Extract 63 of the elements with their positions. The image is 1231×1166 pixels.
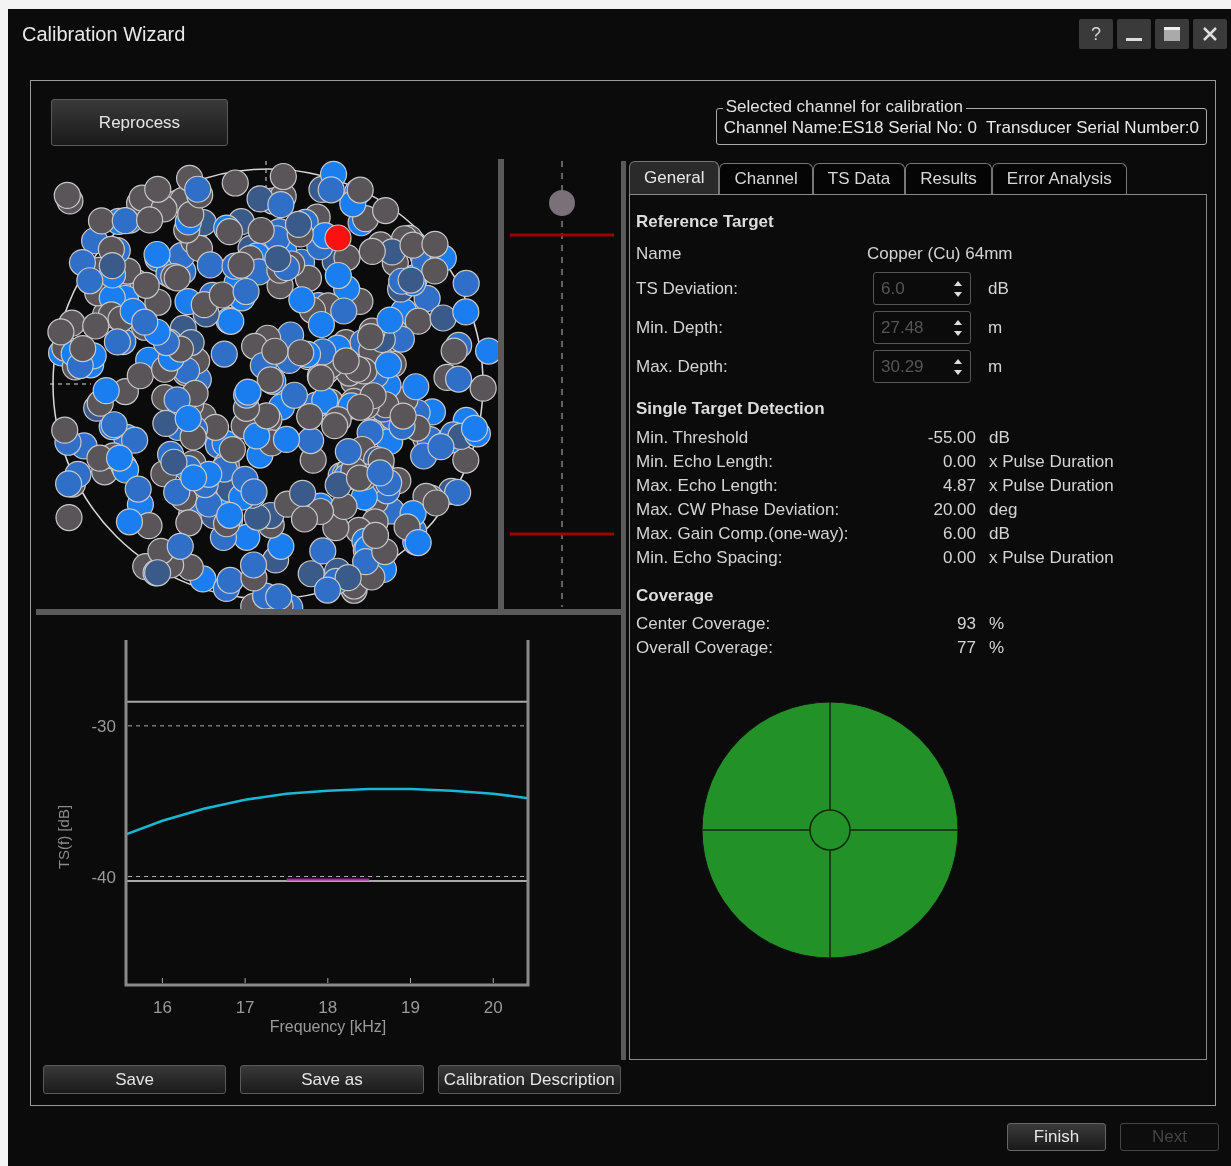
- field-label: Min. Threshold: [636, 427, 750, 450]
- footer-button[interactable]: Finish: [1007, 1123, 1106, 1151]
- field-value: Copper (Cu) 64mm: [867, 243, 1013, 266]
- tab[interactable]: General: [629, 161, 720, 194]
- tab[interactable]: Results: [905, 163, 992, 194]
- tab[interactable]: Channel: [719, 163, 813, 194]
- x-tick-label: 17: [235, 998, 255, 1017]
- channel-info: Channel Name:ES18 Serial No: 0 Transducer Serial Number:0: [723, 116, 1199, 139]
- field-value: 0.00: [941, 547, 976, 570]
- field-label: Overall Coverage:: [636, 637, 774, 660]
- field-value: 6.00: [941, 523, 976, 546]
- action-button[interactable]: Calibration Description: [437, 1065, 621, 1094]
- field-value: 4.87: [941, 475, 976, 498]
- window-title: Calibration Wizard: [22, 22, 186, 47]
- field-label: Name: [636, 243, 683, 266]
- y-axis-label: TS(f) [dB]: [55, 804, 72, 870]
- action-button[interactable]: Save: [43, 1065, 227, 1094]
- help-button[interactable]: ?: [1079, 19, 1113, 49]
- section-heading: Single Target Detection: [636, 398, 826, 420]
- unit-label: %: [989, 637, 1005, 660]
- field-label: Max. Echo Length:: [636, 475, 779, 498]
- x-tick-label: 20: [483, 998, 503, 1017]
- unit-label: dB: [988, 277, 1009, 300]
- field-value: -55.00: [926, 427, 976, 450]
- field-value: 93: [956, 613, 976, 636]
- section-heading: Reference Target: [636, 211, 775, 233]
- unit-label: m: [988, 316, 1003, 339]
- field-label: Max. CW Phase Deviation:: [636, 499, 841, 522]
- field-label: Center Coverage:: [636, 613, 772, 636]
- x-tick-label: 16: [152, 998, 172, 1017]
- tab[interactable]: Error Analysis: [991, 163, 1127, 194]
- field-value: 77: [956, 637, 976, 660]
- unit-label: deg: [989, 499, 1018, 522]
- unit-label: x Pulse Duration: [989, 547, 1114, 570]
- close-icon: [1201, 25, 1219, 43]
- reprocess-button[interactable]: Reprocess: [51, 99, 228, 146]
- tab[interactable]: TS Data: [812, 163, 906, 194]
- unit-label: %: [989, 613, 1005, 636]
- minimize-button[interactable]: [1117, 19, 1151, 49]
- field-label: Min. Echo Spacing:: [636, 547, 784, 570]
- field-value: 20.00: [932, 499, 976, 522]
- y-tick-label: -30: [91, 716, 116, 736]
- field-label: Min. Depth:: [636, 316, 724, 339]
- unit-label: x Pulse Duration: [989, 451, 1114, 474]
- y-tick-label: -40: [91, 867, 116, 887]
- section-heading: Coverage: [636, 584, 715, 607]
- maximize-button[interactable]: [1155, 19, 1189, 49]
- maximize-icon: [1163, 25, 1181, 43]
- x-axis-label: Frequency [kHz]: [269, 1018, 387, 1035]
- x-tick-label: 19: [401, 998, 420, 1017]
- close-button[interactable]: [1193, 19, 1227, 49]
- field-label: Max. Gain Comp.(one-way):: [636, 523, 850, 546]
- unit-label: x Pulse Duration: [989, 475, 1114, 498]
- minimize-icon: [1126, 37, 1142, 41]
- field-label: TS Deviation:: [636, 277, 740, 300]
- unit-label: dB: [989, 523, 1010, 546]
- field-label: Max. Depth:: [636, 355, 729, 378]
- x-tick-label: 18: [318, 998, 338, 1017]
- field-label: Min. Echo Length:: [636, 451, 775, 474]
- unit-label: m: [988, 355, 1003, 378]
- field-value: 0.00: [941, 451, 976, 474]
- action-button[interactable]: Save as: [240, 1065, 424, 1094]
- unit-label: dB: [989, 427, 1010, 450]
